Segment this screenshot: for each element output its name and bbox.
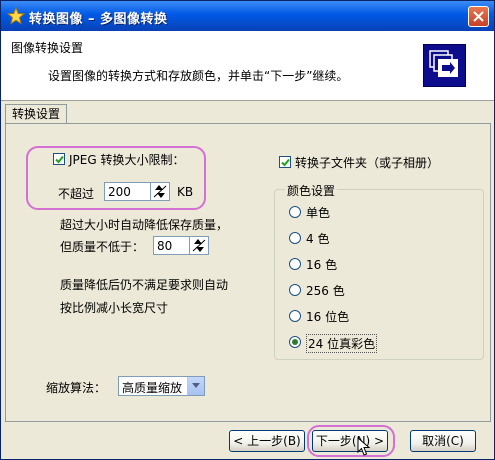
highlight-jpeg-limit xyxy=(26,146,206,210)
color-option-radio[interactable] xyxy=(289,232,301,244)
subfolder-label: 转换子文件夹（或子相册） xyxy=(295,156,440,170)
min-quality-label: 但质量不低于： xyxy=(60,240,145,254)
close-icon xyxy=(473,11,484,22)
fallback-note-line1: 质量降低后仍不满足要求则自动 xyxy=(60,278,229,292)
back-button-label: < 上一步(B) xyxy=(233,434,301,448)
min-quality-stepper[interactable]: 80 xyxy=(153,236,209,255)
mouse-pointer-icon xyxy=(357,437,371,456)
color-option-16: 16 色 xyxy=(306,258,338,272)
min-quality-spin-button[interactable] xyxy=(189,237,208,254)
window-title: 转换图像 – 多图像转换 xyxy=(29,12,168,27)
color-option-radio[interactable] xyxy=(289,206,301,218)
color-option-256: 256 色 xyxy=(306,284,345,298)
title-bar[interactable]: 转换图像 – 多图像转换 xyxy=(1,1,494,31)
color-option-radio[interactable] xyxy=(289,310,301,322)
scaling-label: 缩放算法： xyxy=(46,381,107,395)
back-button[interactable]: < 上一步(B) xyxy=(229,430,305,452)
highlight-next-button xyxy=(307,425,395,457)
chevron-down-icon xyxy=(192,383,200,388)
color-option-4: 4 色 xyxy=(306,232,330,246)
cancel-button-label: 取消(C) xyxy=(422,434,464,448)
close-button[interactable] xyxy=(468,6,489,27)
min-quality-value: 80 xyxy=(157,239,173,253)
color-option-16bit: 16 位色 xyxy=(306,310,350,324)
color-settings-title: 颜色设置 xyxy=(285,182,338,199)
color-option-24bit: 24 位真彩色 xyxy=(306,334,378,353)
tab-convert-settings[interactable]: 转换设置 xyxy=(5,104,68,125)
scaling-selected-value: 高质量缩放 xyxy=(122,381,183,395)
auto-quality-note: 超过大小时自动降低保存质量， xyxy=(60,218,229,232)
fallback-note-line2: 按比例减小长宽尺寸 xyxy=(60,301,169,315)
header-description: 设置图像的转换方式和存放颜色，并单击“下一步”继续。 xyxy=(48,69,349,83)
scaling-select[interactable]: 高质量缩放 xyxy=(118,376,205,396)
wizard-header: 图像转换设置 设置图像的转换方式和存放颜色，并单击“下一步”继续。 xyxy=(1,31,494,101)
tab-label: 转换设置 xyxy=(12,107,61,121)
header-title: 图像转换设置 xyxy=(11,41,84,55)
subfolder-checkbox[interactable] xyxy=(279,156,291,168)
scaling-dropdown-button[interactable] xyxy=(187,377,204,395)
cancel-button[interactable]: 取消(C) xyxy=(410,430,476,452)
star-app-icon xyxy=(7,7,25,25)
color-option-radio[interactable] xyxy=(289,258,301,270)
wizard-window: 转换图像 – 多图像转换 图像转换设置 设置图像的转换方式和存放颜色，并单击“下… xyxy=(0,0,495,460)
tab-strip: 转换设置 xyxy=(3,104,493,125)
color-option-radio-selected[interactable] xyxy=(289,336,301,348)
checkmark-icon xyxy=(281,158,290,167)
convert-images-icon xyxy=(423,44,466,87)
color-option-radio[interactable] xyxy=(289,284,301,296)
color-settings-group: 颜色设置 单色 4 色 16 色 256 色 16 位色 24 位真彩色 xyxy=(274,182,484,360)
spin-arrows-icon xyxy=(192,239,206,252)
color-option-mono: 单色 xyxy=(306,206,331,220)
